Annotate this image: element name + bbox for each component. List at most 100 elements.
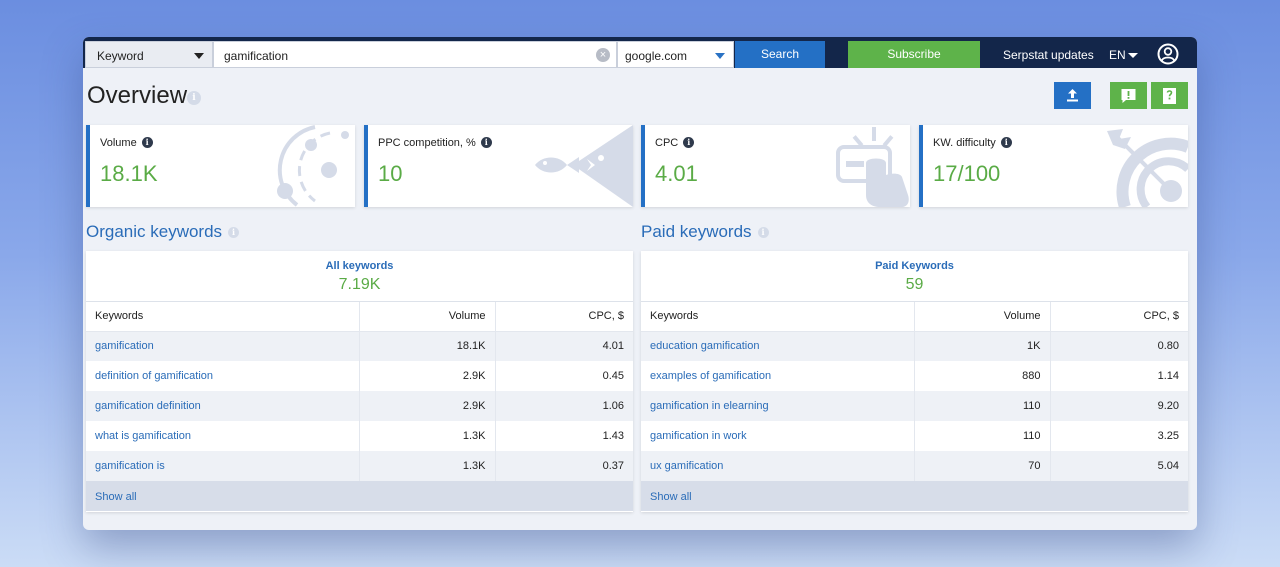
keyword-link[interactable]: gamification in work	[641, 421, 915, 451]
database-value: google.com	[625, 49, 688, 63]
card-label: KW. difficulty i	[933, 136, 1012, 149]
cpc-cell: 1.06	[495, 391, 633, 421]
page-title: Overview	[87, 82, 188, 109]
top-toolbar: Keyword gamification × google.com Search…	[83, 37, 1197, 68]
info-icon[interactable]: i	[480, 136, 492, 148]
paid-summary: Paid Keywords 59	[641, 251, 1188, 302]
subscribe-button[interactable]: Subscribe	[848, 41, 980, 68]
keyword-link[interactable]: examples of gamification	[641, 361, 915, 391]
upload-icon	[1067, 89, 1078, 102]
clear-icon[interactable]: ×	[596, 48, 610, 62]
table-row: definition of gamification 2.9K 0.45	[86, 361, 633, 391]
column-header-keywords[interactable]: Keywords	[641, 302, 915, 332]
column-header-volume[interactable]: Volume	[359, 302, 496, 332]
search-query: gamification	[224, 49, 289, 63]
search-button[interactable]: Search	[735, 41, 825, 68]
paid-keywords-title: Paid keywords i	[641, 222, 769, 242]
export-button[interactable]	[1054, 82, 1091, 109]
cpc-card: CPC i 4.01	[641, 125, 910, 207]
table-row: examples of gamification 880 1.14	[641, 361, 1188, 391]
table-row: gamification in elearning 110 9.20	[641, 391, 1188, 421]
info-icon[interactable]: i	[187, 91, 201, 105]
table-row: education gamification 1K 0.80	[641, 331, 1188, 361]
cpc-cell: 3.25	[1050, 421, 1188, 451]
info-icon[interactable]: i	[757, 227, 769, 239]
app-window: Keyword gamification × google.com Search…	[83, 37, 1197, 530]
language-value: EN	[1109, 48, 1126, 62]
alert-message-icon	[1121, 89, 1136, 103]
volume-cell: 2.9K	[359, 361, 496, 391]
organic-summary: All keywords 7.19K	[86, 251, 633, 302]
keyword-link[interactable]: what is gamification	[86, 421, 360, 451]
paid-keywords-link[interactable]: Paid Keywords	[641, 251, 1188, 272]
keyword-link[interactable]: gamification	[86, 331, 360, 361]
table-row: gamification is 1.3K 0.37	[86, 451, 633, 481]
card-label: CPC i	[655, 136, 695, 149]
chevron-down-icon	[194, 53, 204, 59]
cpc-cell: 0.37	[495, 451, 633, 481]
column-header-keywords[interactable]: Keywords	[86, 302, 360, 332]
volume-cell: 110	[914, 391, 1051, 421]
table-row: what is gamification 1.3K 1.43	[86, 421, 633, 451]
database-select[interactable]: google.com	[617, 41, 734, 68]
volume-cell: 18.1K	[359, 331, 496, 361]
card-value: 10	[378, 161, 403, 186]
updates-link[interactable]: Serpstat updates	[1003, 48, 1094, 62]
column-header-cpc[interactable]: CPC, $	[495, 302, 633, 332]
help-button[interactable]	[1151, 82, 1188, 109]
search-input[interactable]: gamification ×	[213, 41, 617, 68]
table-row: ux gamification 70 5.04	[641, 451, 1188, 481]
volume-cell: 2.9K	[359, 391, 496, 421]
volume-cell: 1.3K	[359, 451, 496, 481]
keyword-link[interactable]: education gamification	[641, 331, 915, 361]
card-value: 18.1K	[100, 161, 158, 186]
volume-cell: 1K	[914, 331, 1051, 361]
paid-keywords-table: Keywords Volume CPC, $ education gamific…	[641, 302, 1188, 481]
info-icon[interactable]: i	[1000, 136, 1012, 148]
click-icon	[836, 127, 909, 207]
card-value: 4.01	[655, 161, 698, 186]
cpc-cell: 9.20	[1050, 391, 1188, 421]
volume-cell: 70	[914, 451, 1051, 481]
keyword-link[interactable]: gamification is	[86, 451, 360, 481]
column-header-volume[interactable]: Volume	[914, 302, 1051, 332]
language-select[interactable]: EN	[1109, 48, 1138, 62]
keyword-link[interactable]: ux gamification	[641, 451, 915, 481]
keyword-link[interactable]: gamification definition	[86, 391, 360, 421]
keyword-link[interactable]: gamification in elearning	[641, 391, 915, 421]
orbit-icon	[277, 125, 349, 207]
chevron-down-icon	[1127, 53, 1138, 59]
cpc-cell: 1.43	[495, 421, 633, 451]
column-header-cpc[interactable]: CPC, $	[1050, 302, 1188, 332]
table-row: gamification definition 2.9K 1.06	[86, 391, 633, 421]
table-row: gamification 18.1K 4.01	[86, 331, 633, 361]
show-all-paid-button[interactable]: Show all	[641, 481, 1188, 511]
fish-icon	[535, 125, 633, 207]
search-type-select[interactable]: Keyword	[85, 41, 213, 68]
info-icon[interactable]: i	[683, 136, 695, 148]
organic-keywords-panel: All keywords 7.19K Keywords Volume CPC, …	[86, 251, 633, 512]
card-value: 17/100	[933, 161, 1001, 186]
kw-difficulty-card: KW. difficulty i 17/100	[919, 125, 1188, 207]
user-avatar-icon[interactable]	[1157, 43, 1179, 65]
search-type-value: Keyword	[97, 49, 144, 63]
chevron-down-icon	[715, 53, 725, 59]
table-row: gamification in work 110 3.25	[641, 421, 1188, 451]
cpc-cell: 0.80	[1050, 331, 1188, 361]
feedback-button[interactable]	[1110, 82, 1147, 109]
help-book-icon	[1163, 88, 1176, 104]
keyword-link[interactable]: definition of gamification	[86, 361, 360, 391]
card-label: PPC competition, % i	[378, 136, 492, 149]
cpc-cell: 1.14	[1050, 361, 1188, 391]
ppc-competition-card: PPC competition, % i 10	[364, 125, 633, 207]
target-icon	[1107, 129, 1188, 207]
organic-keywords-table: Keywords Volume CPC, $ gamification 18.1K…	[86, 302, 633, 481]
paid-keywords-panel: Paid Keywords 59 Keywords Volume CPC, $ …	[641, 251, 1188, 512]
info-icon[interactable]: i	[228, 227, 240, 239]
card-label: Volume i	[100, 136, 153, 149]
all-keywords-link[interactable]: All keywords	[86, 251, 633, 272]
cpc-cell: 4.01	[495, 331, 633, 361]
info-icon[interactable]: i	[141, 136, 153, 148]
all-keywords-count: 7.19K	[338, 276, 381, 293]
show-all-organic-button[interactable]: Show all	[86, 481, 633, 511]
